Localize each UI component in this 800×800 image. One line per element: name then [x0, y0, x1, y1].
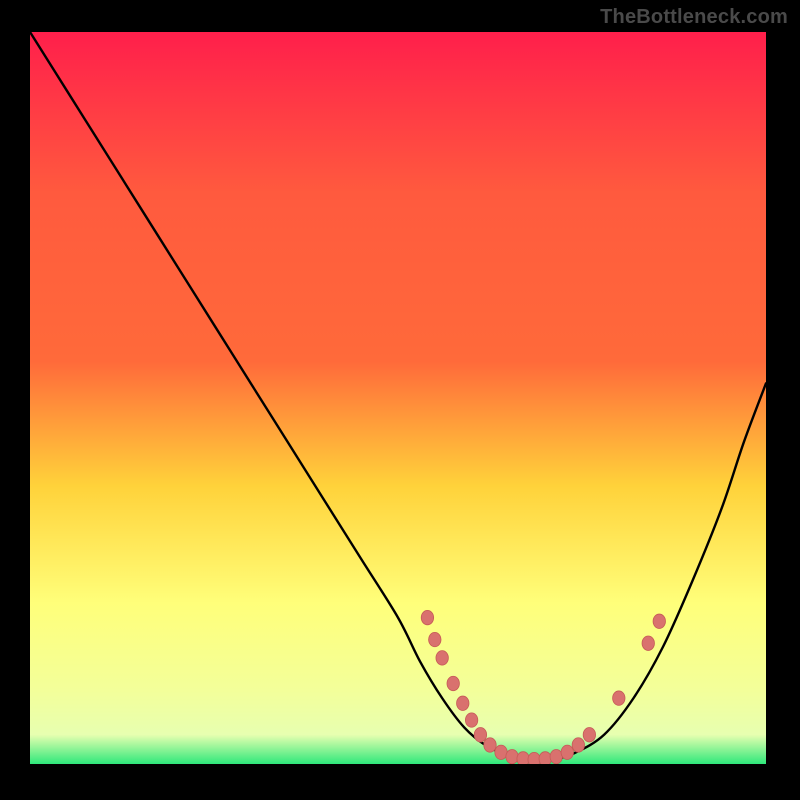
plot-area [30, 32, 766, 764]
curve-marker [436, 651, 448, 665]
curve-marker [447, 676, 459, 690]
watermark-text: TheBottleneck.com [600, 6, 788, 29]
curve-marker [474, 728, 486, 742]
curve-marker [506, 749, 518, 763]
curve-marker [528, 752, 540, 764]
gradient-background [30, 32, 766, 764]
curve-marker [550, 749, 562, 763]
curve-marker [642, 636, 654, 650]
curve-marker [429, 632, 441, 646]
curve-marker [465, 713, 477, 727]
curve-marker [517, 752, 529, 764]
chart-frame: TheBottleneck.com [0, 0, 800, 800]
curve-marker [484, 738, 496, 752]
curve-marker [653, 614, 665, 628]
curve-marker [539, 752, 551, 764]
curve-marker [613, 691, 625, 705]
chart-svg [30, 32, 766, 764]
curve-marker [561, 745, 573, 759]
curve-marker [572, 738, 584, 752]
curve-marker [421, 610, 433, 624]
curve-marker [495, 745, 507, 759]
curve-marker [583, 728, 595, 742]
curve-marker [457, 696, 469, 710]
